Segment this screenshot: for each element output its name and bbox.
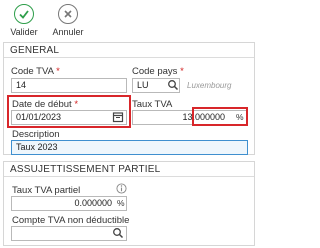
code-pays-hint: Luxembourg <box>187 81 232 90</box>
code-tva-input[interactable]: 14 <box>11 78 127 93</box>
compte-label: Compte TVA non déductible <box>12 215 130 226</box>
validate-label: Valider <box>10 27 38 37</box>
cancel-label: Annuler <box>52 27 84 37</box>
general-panel: GENERAL Code TVA * 14 Code pays * LU Lux… <box>3 42 255 155</box>
taux-partiel-unit: % <box>117 198 125 208</box>
info-icon[interactable] <box>116 183 127 194</box>
x-circle-icon <box>58 4 78 24</box>
toolbar: Valider Annuler <box>0 0 256 40</box>
description-input[interactable]: Taux 2023 <box>11 140 248 155</box>
compte-input[interactable] <box>11 226 127 241</box>
date-debut-highlight <box>7 95 131 128</box>
description-label: Description <box>12 129 60 140</box>
partial-panel: ASSUJETTISSEMENT PARTIEL Taux TVA partie… <box>3 161 255 246</box>
validate-button[interactable]: Valider <box>2 4 46 38</box>
general-title: GENERAL <box>4 43 254 58</box>
code-pays-label: Code pays * <box>132 66 184 77</box>
partial-title: ASSUJETTISSEMENT PARTIEL <box>4 162 254 177</box>
taux-partiel-input[interactable]: 0.000000 <box>11 196 127 211</box>
taux-partiel-label: Taux TVA partiel <box>12 185 81 196</box>
code-tva-label: Code TVA * <box>11 66 60 77</box>
taux-tva-label: Taux TVA <box>132 99 173 110</box>
search-icon[interactable] <box>167 79 179 91</box>
cancel-button[interactable]: Annuler <box>46 4 90 38</box>
taux-tva-highlight <box>192 107 248 126</box>
compte-search-icon[interactable] <box>112 227 124 239</box>
check-circle-icon <box>14 4 34 24</box>
